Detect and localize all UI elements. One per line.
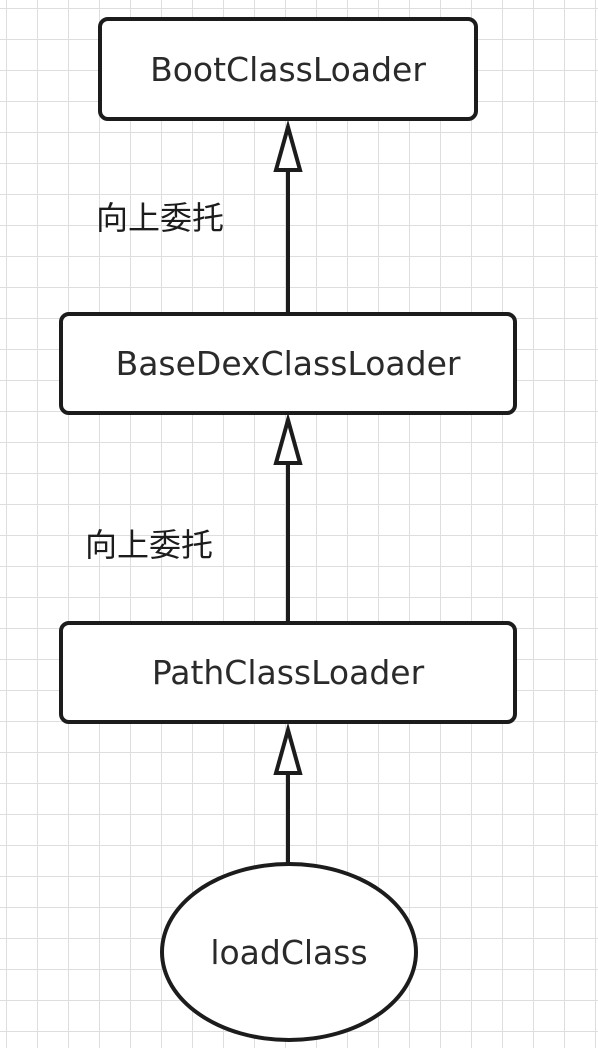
edge-load-to-path-arrowhead — [273, 722, 303, 775]
edge-label-base-to-boot: 向上委托 — [96, 199, 225, 237]
node-base-dex-class-loader[interactable]: BaseDexClassLoader — [59, 312, 517, 415]
edge-base-to-boot-arrowhead — [273, 119, 303, 172]
diagram-canvas: BootClassLoader 向上委托 BaseDexClassLoader … — [0, 0, 598, 1048]
edge-base-to-boot — [273, 119, 303, 312]
edge-path-to-base-arrowhead — [273, 412, 303, 465]
node-load-class-label: loadClass — [210, 932, 368, 972]
node-boot-class-loader-label: BootClassLoader — [150, 49, 426, 89]
node-path-class-loader[interactable]: PathClassLoader — [59, 621, 517, 724]
node-boot-class-loader[interactable]: BootClassLoader — [98, 17, 478, 121]
edge-label-path-to-base: 向上委托 — [85, 526, 214, 564]
node-path-class-loader-label: PathClassLoader — [151, 653, 425, 692]
node-load-class[interactable]: loadClass — [160, 862, 418, 1042]
edge-path-to-base — [273, 412, 303, 621]
node-base-dex-class-loader-label: BaseDexClassLoader — [115, 344, 461, 383]
edge-load-to-path — [273, 722, 303, 865]
